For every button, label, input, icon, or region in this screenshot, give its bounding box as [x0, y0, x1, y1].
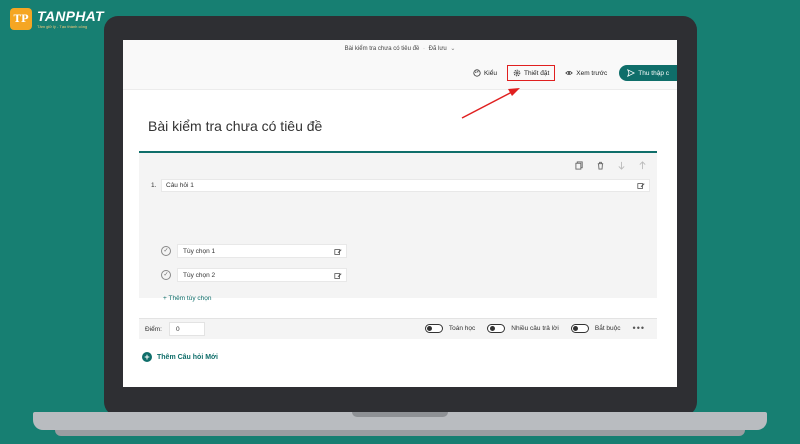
toggle-switch[interactable] [570, 323, 589, 333]
toggle-label: Nhiều câu trả lời [511, 324, 559, 332]
question-number: 1. [151, 182, 157, 189]
score-input[interactable]: 0 [169, 322, 205, 336]
document-title[interactable]: Bài kiểm tra chưa có tiêu đề [345, 46, 420, 52]
collect-responses-button[interactable]: Thu thập c [619, 65, 677, 81]
option-row[interactable]: ✓ Tùy chọn 2 [161, 267, 347, 282]
eye-icon [565, 71, 574, 75]
trash-icon[interactable] [596, 161, 605, 170]
arrow-up-icon[interactable] [638, 161, 647, 170]
save-status: Đã lưu [428, 46, 447, 52]
option-label: Tùy chọn 2 [183, 271, 216, 279]
arrow-down-icon[interactable] [617, 161, 626, 170]
chevron-down-icon[interactable]: ⌄ [450, 46, 455, 52]
toggle-label: Toán học [448, 324, 476, 332]
option-input[interactable]: Tùy chọn 2 [177, 267, 347, 282]
question-text-input[interactable]: Câu hỏi 1 [161, 179, 650, 192]
question-text: Câu hỏi 1 [166, 182, 194, 189]
brand-logo: TP TANPHAT Tâm giữ lý - Tạo thành công [10, 8, 104, 30]
logo-mark: TP [10, 8, 32, 30]
brand-tagline: Tâm giữ lý - Tạo thành công [37, 24, 88, 29]
preview-button[interactable]: Xem trước [561, 65, 611, 81]
option-label: Tùy chọn 1 [183, 247, 216, 255]
more-options-icon[interactable]: ••• [633, 323, 645, 333]
required-toggle[interactable]: Bắt buộc [570, 323, 621, 333]
preview-label: Xem trước [576, 69, 608, 77]
form-title[interactable]: Bài kiểm tra chưa có tiêu đề [148, 118, 322, 134]
app-screen: Bài kiểm tra chưa có tiêu đề · Đã lưu ⌄ … [123, 40, 677, 387]
math-toggle[interactable]: Toán học [424, 323, 476, 333]
settings-button[interactable]: Thiết đặt [506, 65, 556, 81]
collect-label: Thu thập c [638, 69, 669, 77]
add-question-label: Thêm Câu hỏi Mới [157, 353, 218, 361]
question-toggles: Toán học Nhiều câu trả lời Bắt buộc ••• [413, 323, 645, 333]
gear-icon [513, 69, 521, 77]
document-title-bar[interactable]: Bài kiểm tra chưa có tiêu đề · Đã lưu ⌄ [123, 45, 677, 52]
toolbar: Kiểu Thiết đặt Xem trước Thu thập c [463, 65, 677, 81]
top-bar: Bài kiểm tra chưa có tiêu đề · Đã lưu ⌄ … [123, 40, 677, 90]
image-edit-icon[interactable] [637, 182, 645, 192]
settings-label: Thiết đặt [523, 69, 550, 77]
send-icon [627, 69, 636, 77]
question-card[interactable]: 1. Câu hỏi 1 ✓ Tùy chọn 1 ✓ Tùy chọn 2 +… [139, 153, 657, 302]
brand-name: TANPHAT [37, 8, 104, 24]
toggle-label: Bắt buộc [594, 324, 621, 332]
add-option-link[interactable]: + Thêm tùy chọn [163, 295, 211, 302]
toggle-switch[interactable] [424, 323, 443, 333]
copy-icon[interactable] [575, 161, 584, 170]
laptop-foot [55, 430, 745, 436]
add-new-question-button[interactable]: + Thêm Câu hỏi Mới [142, 352, 218, 362]
plus-circle-icon: + [142, 352, 152, 362]
toggle-switch[interactable] [487, 323, 506, 333]
style-button[interactable]: Kiểu [469, 65, 501, 81]
image-edit-icon[interactable] [334, 272, 342, 282]
question-tools [575, 161, 647, 170]
option-row[interactable]: ✓ Tùy chọn 1 [161, 243, 347, 258]
title-separator: · [422, 46, 425, 52]
option-input[interactable]: Tùy chọn 1 [177, 243, 347, 258]
question-footer: Điểm: 0 Toán học Nhiều câu trả lời Bắt b… [139, 318, 657, 339]
palette-icon [473, 69, 481, 77]
laptop-notch [352, 412, 448, 417]
multiple-answers-toggle[interactable]: Nhiều câu trả lời [487, 323, 559, 333]
check-circle-icon[interactable]: ✓ [161, 269, 171, 280]
score-label: Điểm: [145, 326, 162, 333]
image-edit-icon[interactable] [334, 248, 342, 258]
check-circle-icon[interactable]: ✓ [161, 245, 171, 256]
style-label: Kiểu [483, 69, 497, 77]
